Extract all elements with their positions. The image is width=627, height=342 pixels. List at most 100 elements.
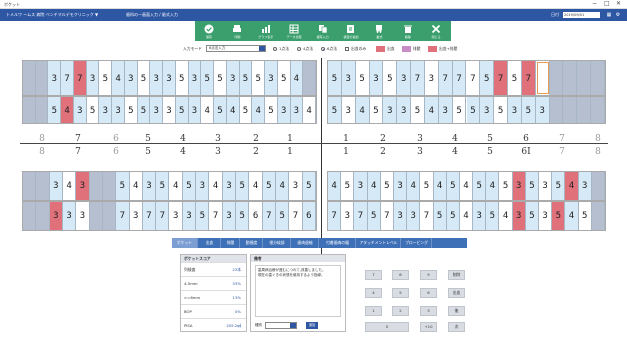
pocket-depth-cell[interactable]: 5 — [156, 172, 170, 200]
keypad-key[interactable]: 後 — [448, 306, 465, 316]
keypad-key[interactable]: 5 — [392, 288, 409, 298]
pocket-depth-cell[interactable]: 3 — [76, 172, 90, 200]
pocket-depth-cell[interactable]: 3 — [393, 172, 408, 200]
pocket-depth-cell[interactable] — [591, 61, 605, 95]
pocket-depth-cell[interactable]: 4 — [252, 97, 266, 123]
tab-3[interactable]: 動揺度 — [241, 238, 263, 248]
pocket-depth-cell[interactable]: 3 — [539, 172, 553, 200]
pocket-depth-cell[interactable]: 5 — [328, 61, 342, 95]
pocket-depth-cell[interactable]: 4 — [62, 172, 77, 200]
pocket-depth-cell[interactable]: 3 — [48, 61, 62, 95]
pocket-depth-cell[interactable] — [102, 172, 117, 200]
radio-1pt[interactable] — [273, 47, 277, 51]
pocket-depth-cell[interactable] — [563, 61, 578, 95]
pocket-depth-cell[interactable]: 5 — [196, 202, 210, 230]
pocket-depth-cell[interactable]: 5 — [446, 202, 460, 230]
pocket-depth-cell[interactable] — [35, 97, 49, 123]
tab-7[interactable]: アタッチメントレベル — [357, 238, 401, 248]
pocket-depth-cell[interactable]: 5 — [578, 202, 592, 230]
pocket-depth-cell[interactable]: 3 — [289, 172, 303, 200]
pocket-depth-cell[interactable]: 5 — [124, 97, 138, 123]
pocket-depth-cell[interactable]: 3 — [188, 97, 202, 123]
pocket-depth-cell[interactable] — [89, 172, 103, 200]
pocket-depth-cell[interactable]: 3 — [354, 172, 368, 200]
pocket-depth-cell[interactable]: 5 — [175, 97, 189, 123]
pocket-depth-cell[interactable]: 4 — [249, 172, 263, 200]
pocket-depth-cell[interactable] — [36, 172, 50, 200]
pocket-depth-cell[interactable]: 7 — [380, 202, 394, 230]
pocket-depth-cell[interactable]: 5 — [433, 202, 447, 230]
pocket-depth-cell[interactable]: 3 — [535, 97, 550, 123]
memo-textarea[interactable]: 歯周病治療が進むにつれて,改善しました。 現在の歯ぐきの状態を維持するよう指導。 — [255, 265, 341, 317]
pocket-depth-cell[interactable]: 7 — [452, 61, 467, 95]
pocket-depth-cell[interactable]: 3 — [226, 61, 240, 95]
pocket-depth-cell[interactable]: 7 — [142, 202, 157, 230]
pocket-depth-cell[interactable]: 3 — [407, 202, 421, 230]
pocket-depth-cell[interactable]: 5 — [276, 202, 290, 230]
pocket-depth-cell[interactable]: 5 — [239, 97, 253, 123]
pocket-depth-cell[interactable] — [23, 61, 36, 95]
pocket-depth-cell[interactable]: 3 — [222, 202, 237, 230]
pocket-depth-cell[interactable]: 3 — [341, 61, 356, 95]
pocket-depth-cell[interactable]: 3 — [265, 61, 278, 95]
pocket-depth-cell[interactable] — [35, 61, 49, 95]
pocket-depth-cell[interactable]: 7 — [521, 61, 536, 95]
radio-4pt[interactable] — [297, 47, 301, 51]
pocket-depth-cell[interactable]: 7 — [116, 202, 130, 230]
pocket-depth-cell[interactable] — [577, 61, 592, 95]
pocket-depth-cell[interactable]: 5 — [214, 61, 227, 95]
tab-0[interactable]: ポケット — [172, 238, 198, 248]
pocket-depth-cell[interactable]: 5 — [420, 172, 434, 200]
pocket-depth-cell[interactable]: 3 — [341, 202, 355, 230]
pocket-depth-cell[interactable]: 5 — [446, 172, 460, 200]
pocket-depth-cell[interactable]: 3 — [76, 202, 90, 230]
pocket-depth-cell[interactable]: 5 — [525, 172, 540, 200]
pocket-depth-cell[interactable]: 3 — [508, 97, 522, 123]
memo-add-button[interactable]: 追加 — [306, 322, 318, 329]
pocket-depth-cell[interactable] — [102, 202, 117, 230]
pocket-depth-cell[interactable]: 3 — [142, 172, 157, 200]
pocket-depth-cell[interactable]: 3 — [112, 97, 125, 123]
pocket-depth-cell[interactable]: 3 — [397, 97, 412, 123]
pocket-depth-cell[interactable]: 7 — [61, 61, 74, 95]
pocket-depth-cell[interactable]: 5 — [201, 61, 215, 95]
close-window-icon[interactable]: ✕ — [616, 1, 621, 7]
pocket-depth-cell[interactable] — [591, 172, 605, 200]
pocket-depth-cell[interactable]: 5 — [265, 97, 278, 123]
pocket-depth-cell[interactable]: 4 — [459, 202, 474, 230]
keypad-key[interactable]: 9 — [420, 270, 437, 280]
pocket-depth-cell[interactable]: 3 — [124, 61, 138, 95]
pocket-depth-cell[interactable]: 4 — [201, 97, 215, 123]
chart-toolbar-button[interactable]: グラフ表示 — [252, 21, 280, 41]
pocket-depth-cell[interactable]: 3 — [163, 97, 176, 123]
pocket-depth-cell[interactable]: 3 — [49, 202, 63, 230]
pocket-depth-cell[interactable]: 5 — [214, 97, 227, 123]
pocket-depth-cell[interactable]: 4 — [209, 172, 223, 200]
pocket-depth-cell[interactable] — [591, 202, 605, 230]
pocket-depth-cell[interactable] — [23, 97, 36, 123]
pocket-depth-cell[interactable]: 5 — [302, 172, 316, 200]
pocket-depth-cell[interactable]: 4 — [61, 97, 74, 123]
pocket-depth-cell[interactable]: 4 — [499, 202, 513, 230]
pocket-depth-cell[interactable]: 5 — [137, 61, 151, 95]
keypad-key[interactable]: 4 — [365, 288, 382, 298]
keypad-key[interactable]: +10 — [420, 322, 437, 332]
close-toolbar-button[interactable]: 閉じる — [422, 21, 450, 41]
pocket-depth-cell[interactable]: 3 — [169, 202, 183, 230]
pocket-depth-cell[interactable]: 7 — [466, 61, 481, 95]
pocket-depth-cell[interactable]: 5 — [452, 97, 467, 123]
tab-2[interactable]: 排膿 — [222, 238, 240, 248]
pocket-depth-cell[interactable]: 5 — [175, 61, 189, 95]
check-toolbar-button[interactable]: 保存 — [195, 21, 223, 41]
keypad-key[interactable]: 1 — [365, 306, 382, 316]
pocket-depth-cell[interactable]: 5 — [521, 97, 536, 123]
pocket-depth-cell[interactable]: 6 — [302, 202, 316, 230]
keypad-key[interactable]: 次 — [448, 322, 465, 332]
pocket-depth-cell[interactable]: 5 — [499, 172, 513, 200]
pocket-depth-cell[interactable]: 5 — [369, 97, 384, 123]
pocket-depth-cell[interactable]: 3 — [86, 61, 100, 95]
pocket-depth-cell[interactable]: 7 — [209, 202, 223, 230]
pocket-depth-cell[interactable]: 5 — [480, 61, 495, 95]
pocket-depth-cell[interactable]: 5 — [380, 172, 394, 200]
copy-toolbar-button[interactable]: 複写入力 — [309, 21, 337, 41]
